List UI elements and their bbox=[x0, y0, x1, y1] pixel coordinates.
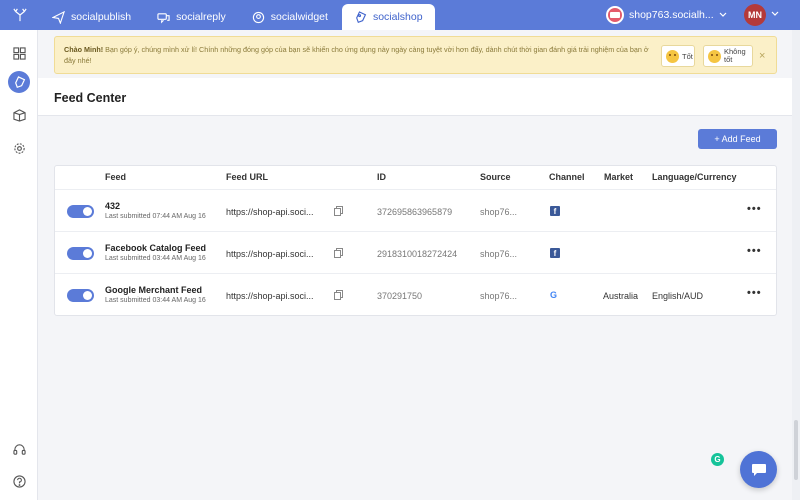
row-more-options-button[interactable]: ••• bbox=[747, 245, 762, 257]
tab-socialpublish[interactable]: socialpublish bbox=[40, 4, 143, 30]
facebook-icon: f bbox=[550, 206, 560, 216]
rate-bad-button[interactable]: Không tốt bbox=[703, 45, 753, 67]
feed-name[interactable]: Facebook Catalog Feed bbox=[105, 243, 206, 253]
feed-language-currency: English/AUD bbox=[652, 291, 704, 301]
feed-name[interactable]: Google Merchant Feed bbox=[105, 285, 202, 295]
copy-icon[interactable] bbox=[334, 206, 343, 216]
chat-bubble-icon bbox=[751, 463, 766, 476]
rate-good-button[interactable]: Tốt bbox=[661, 45, 695, 67]
feed-enabled-toggle[interactable] bbox=[67, 205, 94, 218]
row-divider bbox=[55, 231, 776, 232]
catalog-box-icon[interactable] bbox=[8, 104, 30, 126]
feed-url: https://shop-api.soci... bbox=[226, 249, 314, 259]
avatar-chevron-down-icon[interactable] bbox=[771, 11, 779, 17]
column-header-feed: Feed bbox=[105, 172, 127, 182]
shop-selector[interactable]: shop763.socialh... bbox=[606, 5, 727, 25]
page-title: Feed Center bbox=[54, 91, 127, 105]
copy-icon[interactable] bbox=[334, 290, 343, 300]
feed-id: 370291750 bbox=[377, 291, 423, 301]
column-header-id: ID bbox=[377, 172, 386, 182]
feed-market: Australia bbox=[603, 291, 639, 301]
tab-socialreply[interactable]: socialreply bbox=[145, 4, 238, 30]
tab-socialshop[interactable]: socialshop bbox=[341, 4, 435, 30]
feed-last-submitted: Last submitted 03:44 AM Aug 16 bbox=[105, 297, 206, 304]
tab-label: socialwidget bbox=[270, 11, 328, 23]
feed-source: shop76... bbox=[480, 207, 518, 217]
chat-bubbles-icon bbox=[157, 12, 170, 23]
row-divider bbox=[55, 273, 776, 274]
sad-emoji-icon bbox=[708, 49, 721, 63]
rate-good-label: Tốt bbox=[682, 51, 693, 61]
tab-label: socialreply bbox=[176, 11, 226, 23]
feed-url: https://shop-api.soci... bbox=[226, 291, 314, 301]
widget-pin-icon bbox=[252, 11, 264, 23]
grammarly-icon[interactable]: G bbox=[711, 453, 724, 466]
feed-last-submitted: Last submitted 03:44 AM Aug 16 bbox=[105, 255, 206, 262]
feedback-notice-banner: Chào Minh! Bạn góp ý, chúng mình xử lí! … bbox=[54, 36, 777, 74]
feed-name[interactable]: 432 bbox=[105, 201, 120, 211]
tag-icon bbox=[356, 10, 367, 23]
notice-text: Chào Minh! Bạn góp ý, chúng mình xử lí! … bbox=[64, 44, 654, 66]
feed-enabled-toggle[interactable] bbox=[67, 247, 94, 260]
feed-tag-icon[interactable] bbox=[8, 71, 30, 93]
dashboard-grid-icon[interactable] bbox=[8, 42, 30, 64]
feed-url: https://shop-api.soci... bbox=[226, 207, 314, 217]
copy-icon[interactable] bbox=[334, 248, 343, 258]
add-feed-button[interactable]: + Add Feed bbox=[698, 129, 777, 149]
column-header-feed-url: Feed URL bbox=[226, 172, 269, 182]
chevron-down-icon bbox=[719, 12, 727, 17]
help-question-icon[interactable] bbox=[8, 470, 30, 492]
scrollbar-thumb[interactable] bbox=[794, 420, 798, 480]
store-icon bbox=[606, 6, 624, 24]
notice-message: Bạn góp ý, chúng mình xử lí! Chính những… bbox=[64, 45, 649, 65]
feed-last-submitted: Last submitted 07:44 AM Aug 16 bbox=[105, 213, 206, 220]
shop-name: shop763.socialh... bbox=[629, 9, 714, 21]
facebook-icon: f bbox=[550, 248, 560, 258]
paper-plane-icon bbox=[52, 10, 65, 24]
user-avatar[interactable]: MN bbox=[744, 4, 766, 26]
google-icon: G bbox=[550, 290, 558, 300]
column-header-channel: Channel bbox=[549, 172, 585, 182]
left-sidebar bbox=[0, 30, 38, 500]
smile-emoji-icon bbox=[666, 49, 679, 63]
feed-source: shop76... bbox=[480, 291, 518, 301]
row-more-options-button[interactable]: ••• bbox=[747, 203, 762, 215]
tab-label: socialshop bbox=[372, 11, 423, 23]
tab-socialwidget[interactable]: socialwidget bbox=[240, 4, 340, 30]
feed-id: 2918310018272424 bbox=[377, 249, 458, 259]
settings-gear-icon[interactable] bbox=[8, 137, 30, 159]
feed-enabled-toggle[interactable] bbox=[67, 289, 94, 302]
column-header-language-currency: Language/Currency bbox=[652, 172, 737, 182]
row-more-options-button[interactable]: ••• bbox=[747, 287, 762, 299]
antler-logo-icon[interactable] bbox=[0, 0, 40, 30]
page-header bbox=[38, 78, 800, 116]
support-headset-icon[interactable] bbox=[8, 438, 30, 460]
column-header-market: Market bbox=[604, 172, 634, 182]
notice-close-icon[interactable]: × bbox=[759, 50, 765, 62]
feed-source: shop76... bbox=[480, 249, 518, 259]
tab-label: socialpublish bbox=[71, 11, 132, 23]
notice-greeting: Chào Minh! bbox=[64, 45, 104, 54]
rate-bad-label: Không tốt bbox=[724, 47, 746, 64]
feed-id: 372695863965879 bbox=[377, 207, 453, 217]
row-divider bbox=[55, 189, 776, 190]
live-chat-button[interactable] bbox=[740, 451, 777, 488]
column-header-source: Source bbox=[480, 172, 511, 182]
